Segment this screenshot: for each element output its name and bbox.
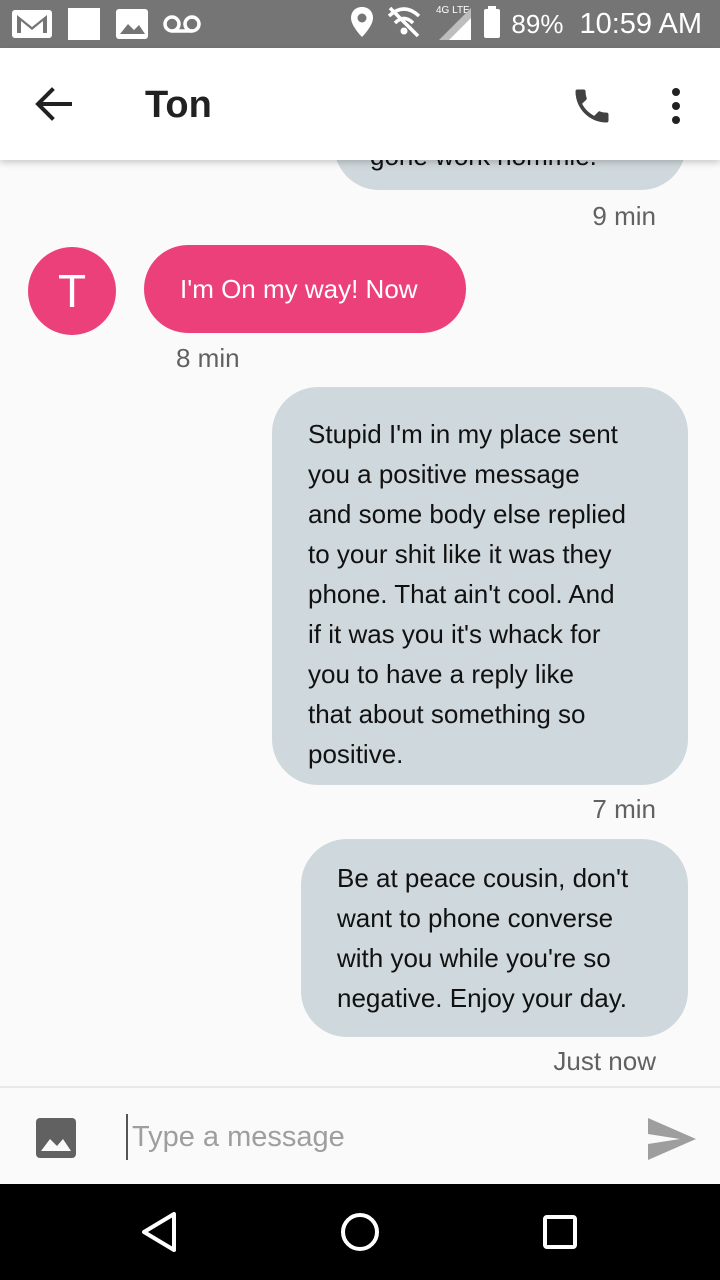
- battery-percentage: 89%: [511, 8, 564, 39]
- message-composer: [0, 1086, 720, 1186]
- message-line: that about something so: [308, 699, 586, 729]
- status-bar: 4G LTE 89% 10:59 AM: [0, 0, 720, 48]
- message-list[interactable]: gone work hommie. 9 min T I'm On my way!…: [0, 160, 720, 1088]
- more-options-button[interactable]: [664, 86, 688, 126]
- contact-avatar[interactable]: T: [28, 247, 116, 335]
- message-line: positive.: [308, 739, 404, 769]
- contact-name[interactable]: Ton: [145, 84, 212, 127]
- message-line: negative. Enjoy your day.: [337, 983, 628, 1013]
- attach-media-button[interactable]: [35, 1117, 77, 1159]
- notification-square-icon: [66, 6, 102, 47]
- gmail-icon: [10, 7, 54, 46]
- call-button[interactable]: [570, 84, 614, 128]
- message-timestamp: 8 min: [176, 343, 240, 373]
- send-button[interactable]: [646, 1116, 698, 1162]
- message-line: you a positive message: [308, 459, 580, 489]
- message-bubble-incoming[interactable]: I'm On my way! Now: [144, 245, 466, 333]
- location-icon: [349, 5, 375, 44]
- message-bubble-outgoing[interactable]: Stupid I'm in my place sent you a positi…: [272, 387, 688, 785]
- voicemail-icon: [162, 6, 202, 47]
- status-bar-right: 4G LTE 89% 10:59 AM: [349, 0, 702, 48]
- attach-image-icon: [36, 1118, 76, 1158]
- message-line: with you while you're so: [337, 943, 611, 973]
- image-icon: [114, 6, 150, 47]
- back-arrow-icon: [35, 87, 72, 121]
- status-bar-left: [10, 6, 202, 47]
- more-vert-icon: [672, 88, 680, 124]
- message-text: gone work hommie.: [370, 160, 597, 171]
- message-input[interactable]: [126, 1114, 612, 1160]
- message-line: want to phone converse: [337, 903, 614, 933]
- status-time: 10:59 AM: [579, 7, 702, 40]
- message-timestamp: Just now: [553, 1046, 656, 1076]
- nav-home-button[interactable]: [336, 1208, 384, 1256]
- message-timestamp: 9 min: [592, 201, 656, 231]
- back-button[interactable]: [32, 84, 80, 124]
- system-nav-bar: [0, 1184, 720, 1280]
- message-bubble-outgoing[interactable]: Be at peace cousin, don't want to phone …: [301, 839, 688, 1037]
- phone-icon: [575, 89, 609, 123]
- message-line: Stupid I'm in my place sent: [308, 419, 618, 449]
- message-timestamp: 7 min: [592, 794, 656, 824]
- message-line: if it was you it's whack for: [308, 619, 601, 649]
- message-line: Be at peace cousin, don't: [337, 863, 629, 893]
- battery-icon: [483, 5, 501, 44]
- message-text: I'm On my way! Now: [180, 274, 418, 304]
- nav-recents-button[interactable]: [536, 1208, 584, 1256]
- nav-back-button[interactable]: [136, 1208, 184, 1256]
- message-line: you to have a reply like: [308, 659, 574, 689]
- message-line: and some body else replied: [308, 499, 626, 529]
- conversation-app-bar: Ton: [0, 48, 720, 160]
- no-signal-icon: [385, 4, 423, 45]
- send-icon: [648, 1118, 696, 1160]
- home-circle-icon: [341, 1213, 379, 1251]
- lte-signal-icon: 4G LTE: [433, 2, 473, 47]
- message-bubble-outgoing[interactable]: gone work hommie.: [334, 160, 686, 190]
- message-line: phone. That ain't cool. And: [308, 579, 615, 609]
- recents-square-icon: [543, 1215, 577, 1249]
- message-line: to your shit like it was they: [308, 539, 612, 569]
- back-triangle-icon: [142, 1212, 176, 1252]
